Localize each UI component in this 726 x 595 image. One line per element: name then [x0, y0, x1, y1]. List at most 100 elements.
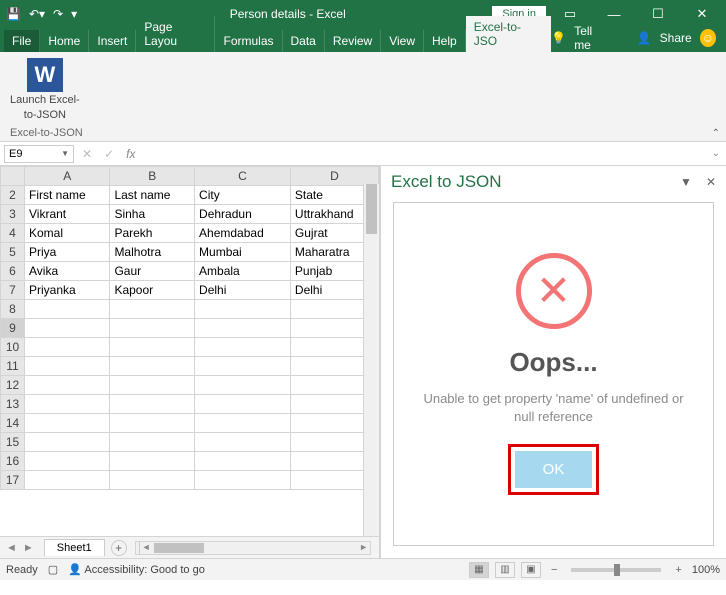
row-header[interactable]: 14: [1, 414, 25, 433]
view-page-break-button[interactable]: ▣: [521, 562, 541, 578]
cell[interactable]: [25, 395, 110, 414]
zoom-slider[interactable]: [571, 568, 661, 572]
cell[interactable]: [110, 300, 195, 319]
cell[interactable]: [25, 452, 110, 471]
cell[interactable]: [195, 471, 291, 490]
zoom-in-button[interactable]: +: [671, 564, 685, 576]
cell[interactable]: [25, 414, 110, 433]
enter-formula-icon[interactable]: ✓: [104, 147, 114, 161]
cell[interactable]: [25, 471, 110, 490]
name-box-dropdown-icon[interactable]: ▼: [61, 149, 69, 158]
cell[interactable]: Malhotra: [110, 243, 195, 262]
accessibility-status[interactable]: 👤 Accessibility: Good to go: [68, 563, 205, 576]
cell[interactable]: [25, 376, 110, 395]
cell[interactable]: [195, 338, 291, 357]
share-text[interactable]: Share: [660, 31, 692, 45]
cell[interactable]: [195, 414, 291, 433]
cell[interactable]: [25, 433, 110, 452]
ribbon-tab-file[interactable]: File: [4, 30, 40, 52]
cell[interactable]: [195, 395, 291, 414]
row-header[interactable]: 12: [1, 376, 25, 395]
row-header[interactable]: 8: [1, 300, 25, 319]
cell[interactable]: [195, 376, 291, 395]
taskpane-menu-icon[interactable]: ▼: [680, 175, 692, 189]
zoom-out-button[interactable]: −: [547, 564, 561, 576]
row-header[interactable]: 10: [1, 338, 25, 357]
ribbon-tab-formulas[interactable]: Formulas: [215, 30, 282, 52]
cell[interactable]: [110, 395, 195, 414]
ribbon-tab-review[interactable]: Review: [325, 30, 381, 52]
cancel-formula-icon[interactable]: ✕: [82, 147, 92, 161]
cell[interactable]: [195, 452, 291, 471]
view-page-layout-button[interactable]: ▥: [495, 562, 515, 578]
macro-record-icon[interactable]: ▢: [48, 563, 58, 576]
taskpane-close-icon[interactable]: ✕: [706, 175, 716, 189]
tell-me-icon[interactable]: 💡: [551, 31, 566, 45]
row-header[interactable]: 11: [1, 357, 25, 376]
share-icon[interactable]: 👤: [637, 31, 652, 45]
cell[interactable]: Komal: [25, 224, 110, 243]
cell[interactable]: [110, 452, 195, 471]
cell[interactable]: [25, 300, 110, 319]
formula-input[interactable]: [139, 145, 705, 163]
select-all-corner[interactable]: [1, 167, 25, 186]
row-header[interactable]: 5: [1, 243, 25, 262]
cell[interactable]: [110, 357, 195, 376]
ribbon-tab-excel-to-jso[interactable]: Excel-to-JSO: [466, 16, 552, 52]
qat-customize-icon[interactable]: ▾: [71, 7, 77, 21]
cell[interactable]: Ahemdabad: [195, 224, 291, 243]
ribbon-tab-help[interactable]: Help: [424, 30, 466, 52]
row-header[interactable]: 7: [1, 281, 25, 300]
view-normal-button[interactable]: ▦: [469, 562, 489, 578]
row-header[interactable]: 2: [1, 186, 25, 205]
cell[interactable]: [195, 300, 291, 319]
cell[interactable]: [195, 319, 291, 338]
ribbon-tab-insert[interactable]: Insert: [89, 30, 136, 52]
cell[interactable]: [110, 471, 195, 490]
vertical-scrollbar[interactable]: [363, 184, 379, 536]
cell[interactable]: Delhi: [195, 281, 291, 300]
feedback-smiley-icon[interactable]: ☺: [700, 29, 716, 47]
cell[interactable]: [25, 319, 110, 338]
cell[interactable]: City: [195, 186, 291, 205]
fx-icon[interactable]: fx: [126, 147, 135, 161]
save-icon[interactable]: 💾: [6, 7, 21, 21]
cell[interactable]: [195, 433, 291, 452]
horizontal-scrollbar[interactable]: ◄►: [135, 541, 371, 555]
ribbon-tab-page-layou[interactable]: Page Layou: [136, 16, 215, 52]
col-header-A[interactable]: A: [25, 167, 110, 186]
col-header-C[interactable]: C: [195, 167, 291, 186]
new-sheet-button[interactable]: +: [111, 540, 127, 556]
cell[interactable]: Last name: [110, 186, 195, 205]
redo-icon[interactable]: ↷: [53, 7, 63, 21]
cell[interactable]: Vikrant: [25, 205, 110, 224]
ribbon-tab-home[interactable]: Home: [40, 30, 89, 52]
tell-me-text[interactable]: Tell me: [574, 24, 609, 52]
row-header[interactable]: 17: [1, 471, 25, 490]
cell[interactable]: [195, 357, 291, 376]
cell[interactable]: [25, 338, 110, 357]
cell[interactable]: [110, 376, 195, 395]
cell[interactable]: Ambala: [195, 262, 291, 281]
cell[interactable]: Priya: [25, 243, 110, 262]
row-header[interactable]: 6: [1, 262, 25, 281]
sheet-nav-next-icon[interactable]: ►: [21, 542, 36, 554]
cell[interactable]: Parekh: [110, 224, 195, 243]
cell[interactable]: [110, 338, 195, 357]
row-header[interactable]: 16: [1, 452, 25, 471]
formula-expand-icon[interactable]: ⌄: [706, 148, 726, 159]
cell[interactable]: First name: [25, 186, 110, 205]
cell[interactable]: [110, 319, 195, 338]
ribbon-tab-view[interactable]: View: [381, 30, 424, 52]
cell[interactable]: Priyanka: [25, 281, 110, 300]
row-header[interactable]: 13: [1, 395, 25, 414]
col-header-D[interactable]: D: [290, 167, 378, 186]
sheet-nav-prev-icon[interactable]: ◄: [4, 542, 19, 554]
cell[interactable]: Kapoor: [110, 281, 195, 300]
collapse-ribbon-icon[interactable]: ⌃: [712, 128, 720, 139]
name-box[interactable]: E9 ▼: [4, 145, 74, 163]
cell[interactable]: [110, 414, 195, 433]
zoom-level[interactable]: 100%: [692, 564, 720, 576]
undo-icon[interactable]: ↶▾: [29, 7, 45, 21]
sheet-tab-sheet1[interactable]: Sheet1: [44, 539, 105, 556]
